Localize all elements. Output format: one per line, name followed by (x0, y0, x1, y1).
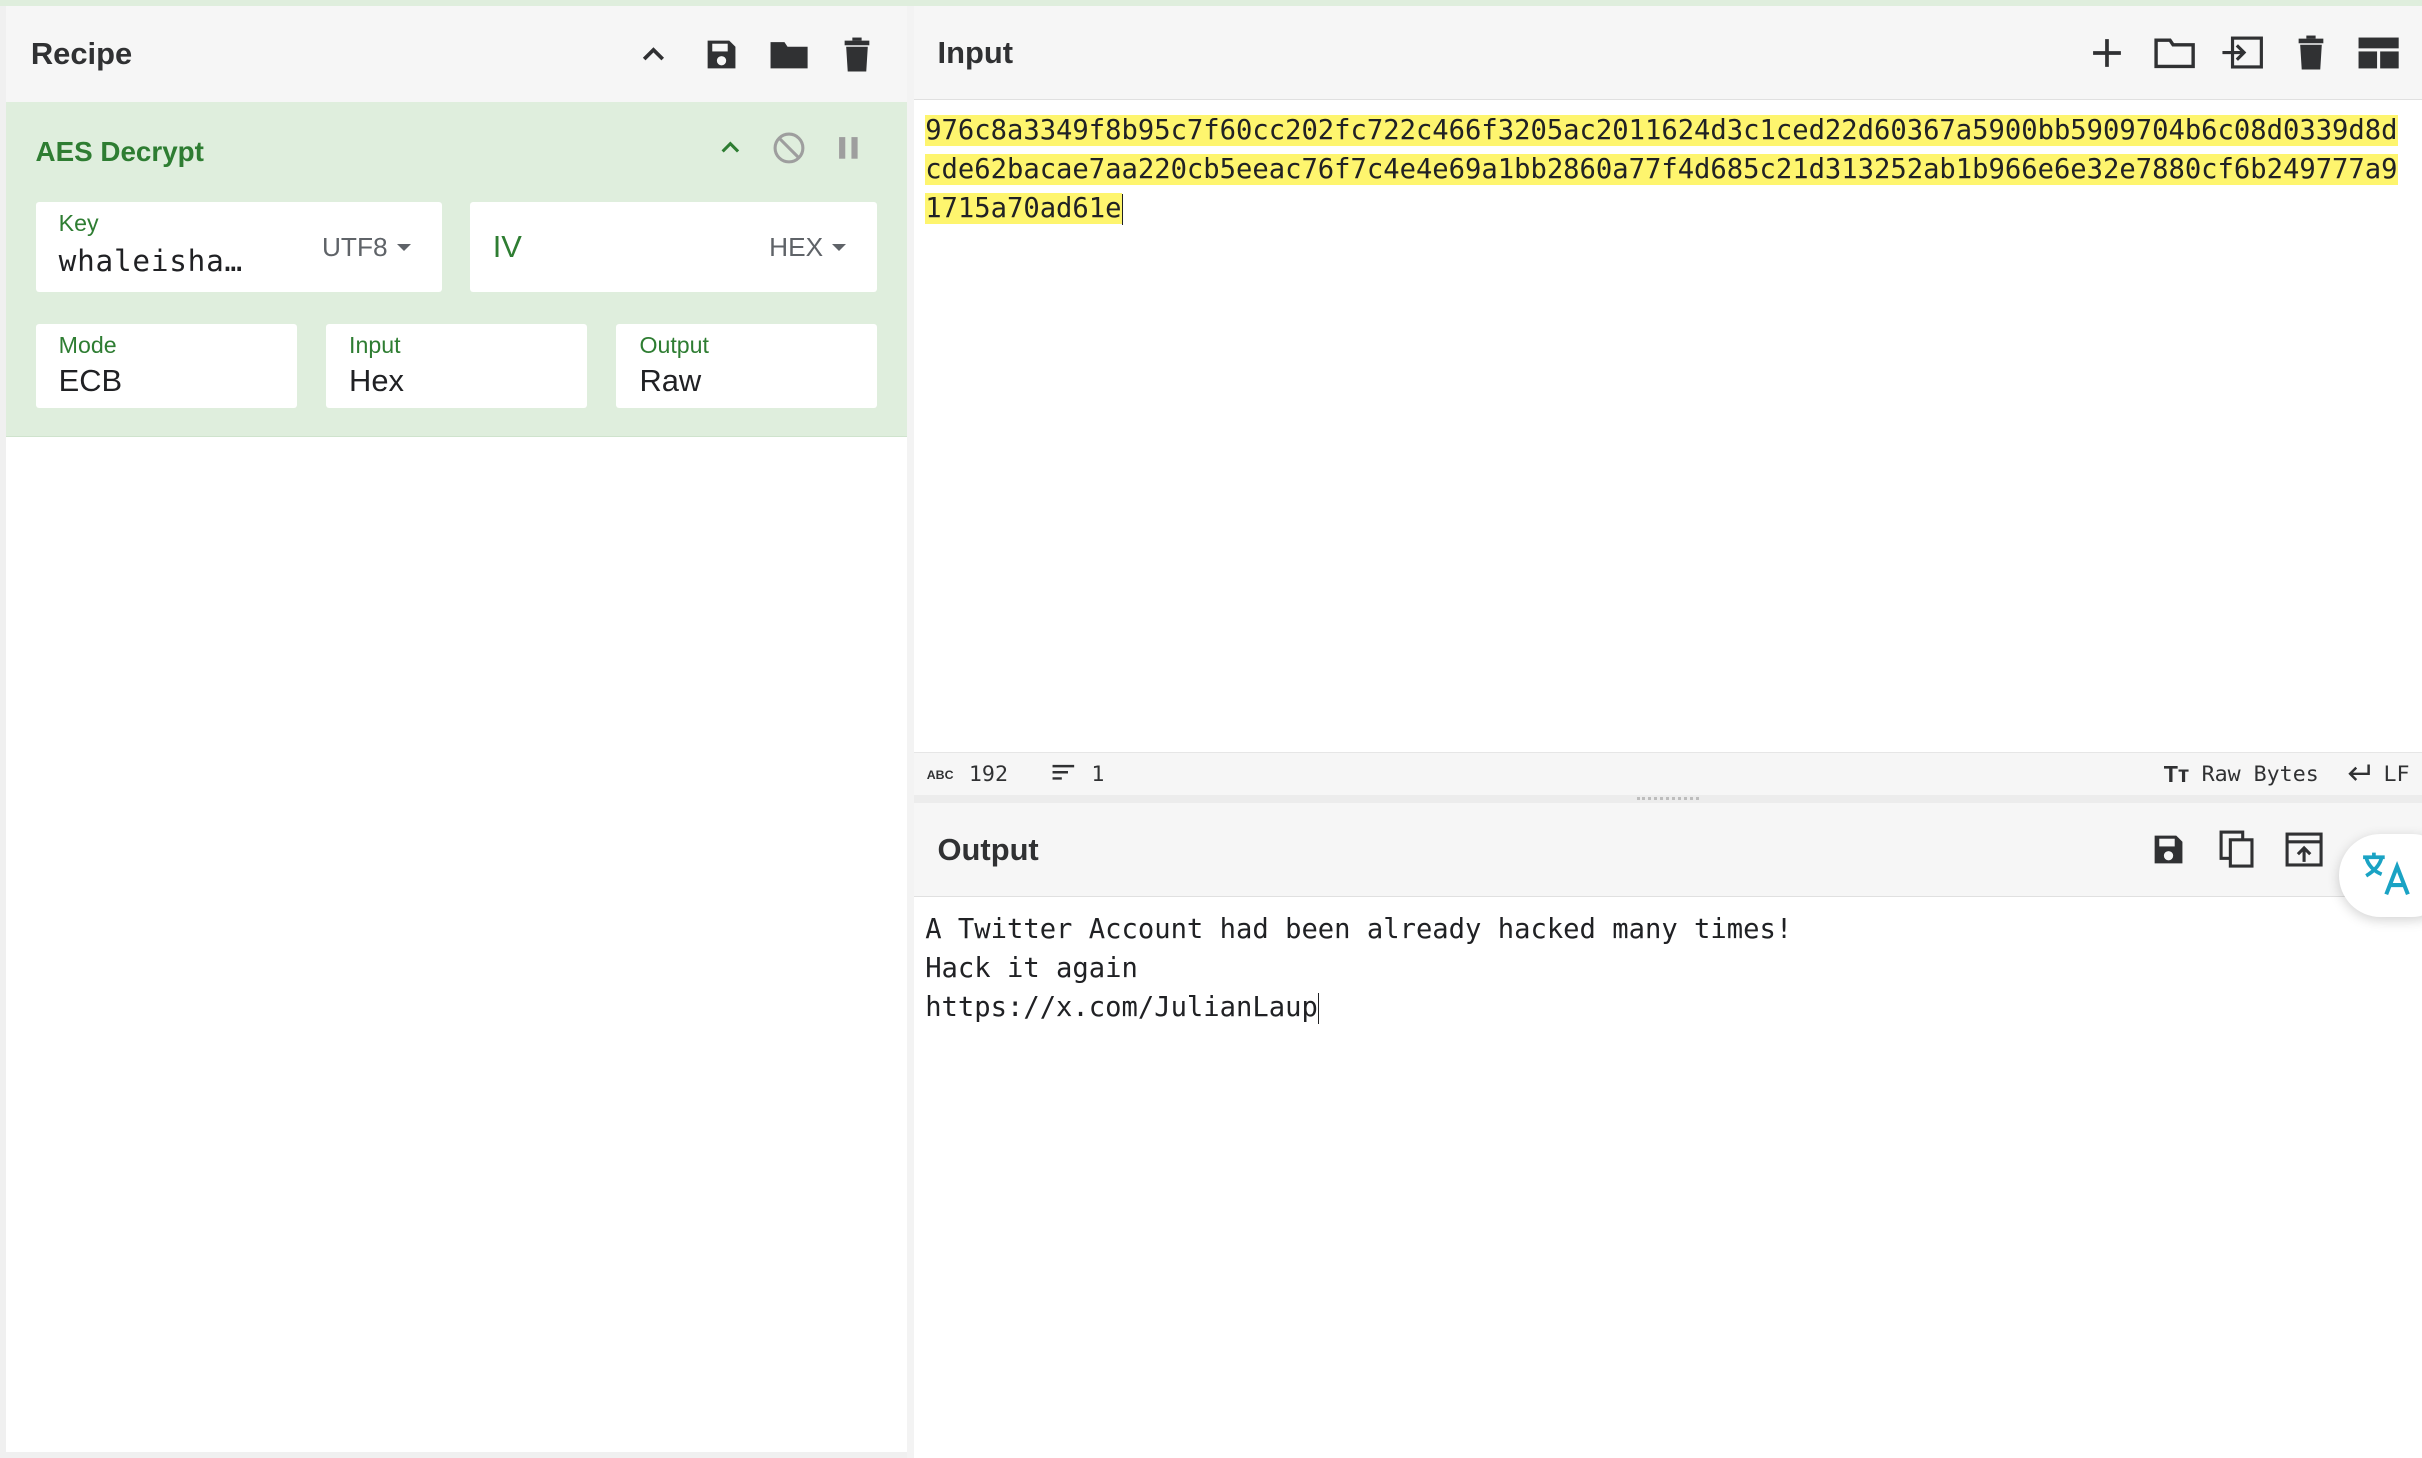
input-status-bar: ABC 192 1 Tт Raw Bytes LF (914, 752, 2422, 797)
recipe-bottom-bar (6, 1451, 907, 1458)
input-text-highlighted: 976c8a3349f8b95c7f60cc202fc722c466f3205a… (925, 115, 2398, 225)
pause-icon[interactable] (829, 130, 866, 167)
mode-label: Mode (58, 332, 117, 359)
output-format-value: Raw (639, 362, 702, 398)
mode-select[interactable]: Mode ECB (35, 324, 297, 408)
caret-down-icon (832, 243, 847, 251)
input-lines: 1 (1091, 762, 1105, 788)
output-line-3: https://x.com/JulianLaup (925, 991, 1318, 1023)
iv-encoding-value: HEX (769, 231, 824, 262)
trash-icon[interactable] (2289, 31, 2332, 74)
iv-encoding-dropdown[interactable]: HEX (769, 231, 847, 263)
open-folder-icon[interactable] (2153, 31, 2196, 74)
collapse-chevron-icon[interactable] (712, 130, 749, 167)
mode-value: ECB (58, 362, 123, 398)
caret-down-icon (396, 243, 411, 251)
splitter-grip[interactable] (1637, 796, 1700, 803)
folder-icon[interactable] (768, 32, 811, 75)
copy-icon[interactable] (2215, 828, 2258, 871)
output-line-2: Hack it again (925, 952, 1138, 984)
horizontal-splitter[interactable] (914, 795, 2422, 804)
vertical-splitter[interactable] (906, 6, 915, 1458)
text-cursor (1317, 992, 1320, 1024)
input-title: Input (937, 34, 1013, 70)
output-format-select[interactable]: Output Raw (616, 324, 878, 408)
output-header: Output (914, 803, 2422, 897)
input-format-select[interactable]: Input Hex (325, 324, 587, 408)
recipe-pane: Recipe AES Decrypt Key whaleisha… UTF8 I… (0, 6, 908, 1458)
output-line-1: A Twitter Account had been already hacke… (925, 913, 1793, 945)
add-tab-icon[interactable] (2085, 31, 2128, 74)
chevron-up-icon[interactable] (632, 32, 675, 75)
eol-icon[interactable] (2347, 762, 2372, 787)
key-encoding-dropdown[interactable]: UTF8 (322, 232, 411, 263)
save-icon[interactable] (700, 32, 743, 75)
translate-button[interactable] (2338, 834, 2422, 918)
replace-input-icon[interactable] (2283, 828, 2326, 871)
iv-label: IV (492, 228, 522, 264)
io-pane: Input 976c8a3349f8b95c7f60cc202fc722c466… (914, 6, 2422, 1458)
open-file-icon[interactable] (2221, 31, 2264, 74)
eol-value[interactable]: LF (2384, 762, 2410, 787)
recipe-title: Recipe (30, 36, 133, 72)
aes-decrypt-operation[interactable]: AES Decrypt Key whaleisha… UTF8 IV HEX M… (6, 101, 907, 437)
key-label: Key (58, 210, 99, 237)
save-output-icon[interactable] (2147, 828, 2190, 871)
text-encoding-value[interactable]: Raw Bytes (2202, 762, 2319, 787)
output-title: Output (937, 831, 1039, 867)
input-textarea[interactable]: 976c8a3349f8b95c7f60cc202fc722c466f3205a… (914, 100, 2422, 752)
trash-icon[interactable] (836, 32, 879, 75)
text-cursor (1121, 194, 1124, 226)
length-icon: ABC (926, 767, 954, 782)
input-length: 192 (968, 762, 1008, 788)
layout-icon[interactable] (2357, 31, 2400, 74)
translate-icon (2360, 848, 2413, 904)
input-format-label: Input (349, 332, 401, 359)
input-header: Input (914, 6, 2422, 100)
text-encoding-icon[interactable]: Tт (2164, 761, 2190, 788)
input-format-value: Hex (349, 362, 404, 398)
lines-icon (1051, 762, 1076, 787)
output-format-label: Output (639, 332, 709, 359)
iv-field[interactable]: IV HEX (469, 202, 878, 292)
output-textarea[interactable]: A Twitter Account had been already hacke… (914, 897, 2422, 1027)
disable-icon[interactable] (771, 130, 808, 167)
key-field[interactable]: Key whaleisha… UTF8 (35, 202, 442, 292)
key-encoding-value: UTF8 (321, 231, 388, 262)
recipe-header: Recipe (6, 6, 907, 103)
key-input[interactable]: whaleisha… (59, 244, 243, 278)
operation-title: AES Decrypt (35, 135, 204, 167)
